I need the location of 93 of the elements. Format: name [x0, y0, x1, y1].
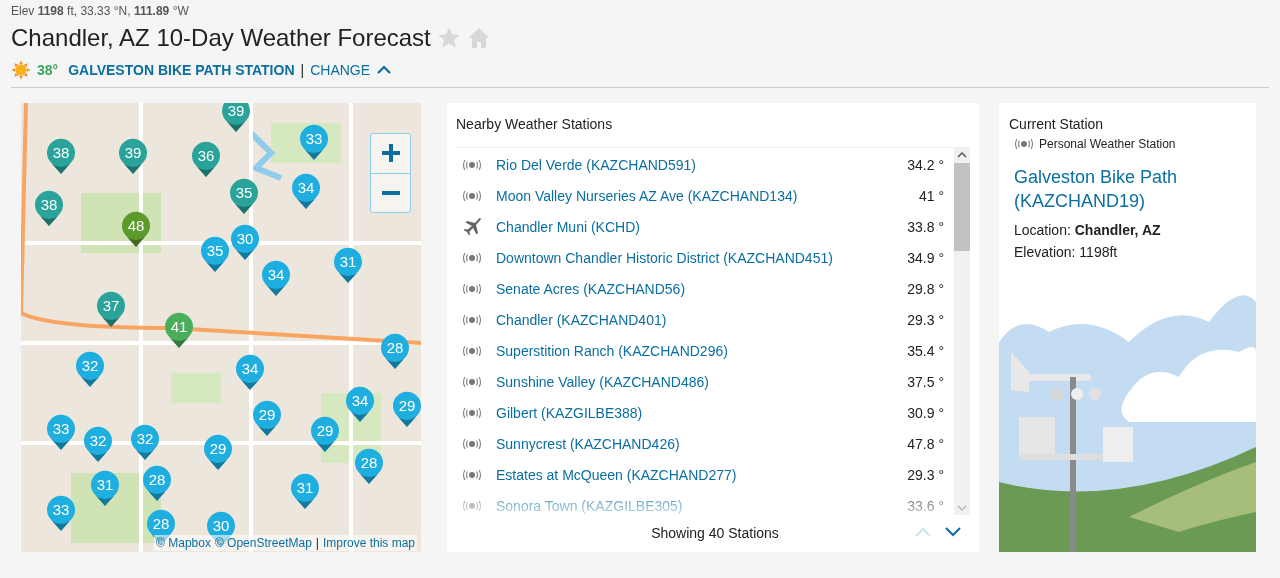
map-marker[interactable]: 41 — [164, 311, 194, 348]
station-link[interactable]: Superstition Ranch (KAZCHAND296) — [496, 343, 908, 360]
panel-title: Current Station — [1008, 115, 1105, 134]
map-marker[interactable]: 33 — [46, 413, 76, 450]
station-link[interactable]: Chandler (KAZCHAND401) — [496, 312, 908, 329]
station-temperature: 37.5 ° — [907, 374, 944, 391]
map-marker[interactable]: 36 — [191, 140, 221, 177]
map-marker[interactable]: 34 — [261, 259, 291, 296]
map-marker[interactable]: 32 — [75, 350, 105, 387]
station-temperature: 47.8 ° — [907, 436, 944, 453]
station-link[interactable]: Sunnycrest (KAZCHAND426) — [496, 436, 908, 453]
broadcast-icon — [462, 438, 482, 450]
broadcast-icon — [462, 252, 482, 264]
broadcast-icon — [462, 376, 482, 388]
map-marker[interactable]: 28 — [354, 447, 384, 484]
broadcast-icon — [462, 190, 482, 202]
map-marker[interactable]: 38 — [46, 137, 76, 174]
station-link[interactable]: Sonora Town (KAZGILBE305) — [496, 498, 908, 515]
map-marker[interactable]: 31 — [290, 472, 320, 509]
map-marker[interactable]: 33 — [299, 123, 329, 160]
star-icon[interactable] — [436, 26, 461, 50]
scroll-down-icon[interactable] — [957, 503, 967, 512]
map-marker[interactable]: 34 — [291, 172, 321, 209]
map-marker[interactable]: 35 — [229, 177, 259, 214]
broadcast-icon — [462, 469, 482, 481]
attribution-link[interactable]: Improve this map — [322, 536, 415, 550]
map-marker[interactable]: 39 — [118, 137, 148, 174]
separator: | — [300, 62, 305, 78]
sun-icon — [11, 60, 31, 80]
map-marker[interactable]: 28 — [380, 332, 410, 369]
station-temperature: 29.3 ° — [907, 467, 944, 484]
separator: | — [315, 536, 319, 550]
map-marker[interactable]: 30 — [230, 223, 260, 260]
broadcast-icon — [462, 159, 482, 171]
station-link[interactable]: Gilbert (KAZGILBE388) — [496, 405, 908, 422]
broadcast-icon — [462, 314, 482, 326]
station-temperature: 41 ° — [918, 188, 944, 205]
station-link[interactable]: Chandler Muni (KCHD) — [496, 219, 908, 236]
plus-icon — [380, 143, 401, 164]
minus-icon — [380, 189, 401, 196]
map-marker[interactable]: 48 — [121, 210, 151, 247]
station-temperature: 34.9 ° — [907, 250, 944, 267]
station-temperature: 33.8 ° — [907, 219, 944, 236]
station-temperature: 29.8 ° — [907, 281, 944, 298]
location-text: Location: Chandler, AZ — [1013, 221, 1162, 238]
home-icon[interactable] — [466, 26, 491, 50]
scrollbar-thumb[interactable] — [954, 162, 970, 251]
chevron-up-icon — [914, 525, 932, 538]
station-type: Personal Weather Station — [1039, 137, 1176, 151]
station-count: Showing 40 Stations — [650, 525, 780, 542]
station-temperature: 35.4 ° — [907, 343, 944, 360]
station-link[interactable]: Estates at McQueen (KAZCHAND277) — [496, 467, 908, 484]
map-marker[interactable]: 31 — [90, 469, 120, 506]
station-temperature: 30.9 ° — [907, 405, 944, 422]
map-marker[interactable]: 38 — [34, 189, 64, 226]
map-marker[interactable]: 29 — [203, 433, 233, 470]
coordinates-text: Elev 1198 ft, 33.33 °N, 111.89 °W — [11, 3, 190, 19]
broadcast-icon — [462, 407, 482, 419]
map-marker[interactable]: 29 — [252, 399, 282, 436]
map-marker[interactable]: 37 — [96, 290, 126, 327]
page-title: Chandler, AZ 10-Day Weather Forecast — [11, 24, 431, 52]
panel-title: Nearby Weather Stations — [456, 115, 614, 134]
map-marker[interactable]: 34 — [345, 385, 375, 422]
broadcast-icon — [1014, 138, 1034, 150]
station-link[interactable]: Moon Valley Nurseries AZ Ave (KAZCHAND134) — [496, 188, 919, 205]
map-marker[interactable]: 32 — [83, 425, 113, 462]
station-link[interactable]: Rio Del Verde (KAZCHAND591) — [496, 157, 908, 174]
map-marker[interactable]: 32 — [130, 423, 160, 460]
elevation-text: Elevation: 1198ft — [1013, 243, 1119, 260]
station-link[interactable]: Sunshine Valley (KAZCHAND486) — [496, 374, 908, 391]
station-temperature: 34.2 ° — [907, 157, 944, 174]
map-marker[interactable]: 34 — [235, 353, 265, 390]
broadcast-icon — [462, 500, 482, 512]
station-temperature: 29.3 ° — [907, 312, 944, 329]
map-marker[interactable]: 29 — [392, 390, 421, 427]
current-temperature: 38° — [37, 62, 59, 78]
map-marker[interactable]: 28 — [142, 464, 172, 501]
broadcast-icon — [462, 283, 482, 295]
station-name-link[interactable]: Galveston Bike Path (KAZCHAND19) — [999, 154, 1256, 213]
station-link[interactable]: Senate Acres (KAZCHAND56) — [496, 281, 908, 298]
station-link[interactable]: Downtown Chandler Historic District (KAZCHAND451) — [496, 250, 908, 267]
map-marker[interactable]: 35 — [200, 235, 230, 272]
map-marker[interactable]: 29 — [310, 415, 340, 452]
broadcast-icon — [462, 345, 482, 357]
station-link[interactable]: GALVESTON BIKE PATH STATION — [68, 62, 295, 78]
scroll-up-icon[interactable] — [957, 150, 967, 159]
chevron-down-icon — [944, 525, 962, 538]
map-marker[interactable]: 39 — [221, 103, 251, 132]
change-button[interactable]: CHANGE — [310, 62, 393, 78]
map-marker[interactable]: 31 — [333, 246, 363, 283]
station-temperature: 33.6 ° — [907, 498, 944, 515]
airplane-icon — [463, 218, 481, 236]
map-marker[interactable]: 33 — [46, 494, 76, 531]
